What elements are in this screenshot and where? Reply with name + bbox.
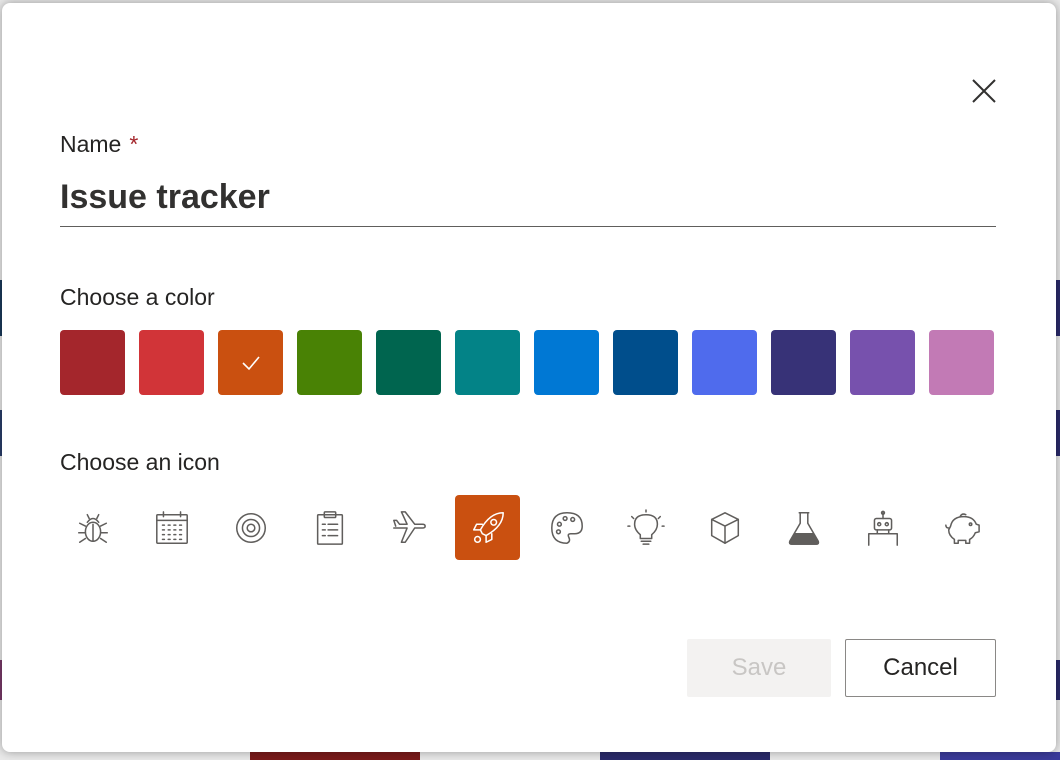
close-icon xyxy=(972,79,996,103)
name-label: Name xyxy=(60,131,122,157)
save-button[interactable]: Save xyxy=(687,639,831,697)
background-strip xyxy=(1056,280,1060,336)
color-swatch-9[interactable] xyxy=(692,330,757,395)
clipboard-icon-option[interactable] xyxy=(297,495,362,560)
clipboard-icon xyxy=(316,510,343,545)
name-input[interactable] xyxy=(60,175,996,227)
background-strip xyxy=(1056,660,1060,700)
color-swatch-6[interactable] xyxy=(455,330,520,395)
background-strip xyxy=(940,752,1060,760)
required-marker: * xyxy=(129,131,139,157)
calendar-icon xyxy=(155,510,188,544)
cancel-button[interactable]: Cancel xyxy=(845,639,996,697)
color-swatch-5[interactable] xyxy=(376,330,441,395)
icon-picker xyxy=(60,495,994,560)
checkmark-icon xyxy=(241,355,260,370)
airplane-icon-option[interactable] xyxy=(376,495,441,560)
piggy-bank-icon xyxy=(944,512,980,544)
color-picker xyxy=(60,330,994,395)
background-strip xyxy=(1056,410,1060,456)
lightbulb-icon xyxy=(626,508,665,545)
close-button[interactable] xyxy=(966,73,1002,109)
bug-icon xyxy=(77,513,108,543)
target-icon xyxy=(235,512,266,543)
color-swatch-3[interactable] xyxy=(218,330,283,395)
color-swatch-11[interactable] xyxy=(850,330,915,395)
piggy-bank-icon-option[interactable] xyxy=(929,495,994,560)
cube-icon xyxy=(710,511,739,544)
background-strip xyxy=(250,752,420,760)
icon-section-label: Choose an icon xyxy=(60,449,220,475)
color-swatch-7[interactable] xyxy=(534,330,599,395)
color-section-label: Choose a color xyxy=(60,284,215,310)
lightbulb-icon-option[interactable] xyxy=(613,495,678,560)
robot-icon xyxy=(867,510,898,546)
color-swatch-1[interactable] xyxy=(60,330,125,395)
flask-icon-option[interactable] xyxy=(771,495,836,560)
target-icon-option[interactable] xyxy=(218,495,283,560)
edit-list-dialog: Name * Choose a color Choose an icon Save… xyxy=(2,3,1056,752)
palette-icon-option[interactable] xyxy=(534,495,599,560)
color-swatch-2[interactable] xyxy=(139,330,204,395)
rocket-icon xyxy=(472,511,504,543)
color-swatch-10[interactable] xyxy=(771,330,836,395)
flask-icon xyxy=(788,511,819,545)
cube-icon-option[interactable] xyxy=(692,495,757,560)
rocket-icon-option[interactable] xyxy=(455,495,520,560)
color-swatch-12[interactable] xyxy=(929,330,994,395)
palette-icon xyxy=(550,511,583,544)
calendar-icon-option[interactable] xyxy=(139,495,204,560)
airplane-icon xyxy=(392,510,426,543)
color-swatch-8[interactable] xyxy=(613,330,678,395)
background-strip xyxy=(600,752,770,760)
color-swatch-4[interactable] xyxy=(297,330,362,395)
name-label-row: Name * xyxy=(60,131,138,158)
bug-icon-option[interactable] xyxy=(60,495,125,560)
robot-icon-option[interactable] xyxy=(850,495,915,560)
